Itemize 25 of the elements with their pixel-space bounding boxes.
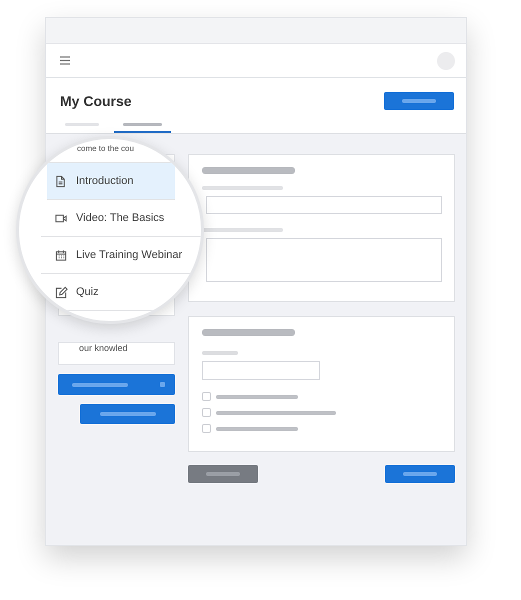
lesson-item[interactable]: Quiz — [41, 274, 201, 311]
welcome-text: come to the cou — [77, 144, 134, 153]
sidebar-button[interactable] — [58, 374, 175, 395]
lesson-item[interactable]: Live Training Webinar — [41, 237, 201, 274]
input-field[interactable] — [206, 196, 442, 214]
checkbox[interactable] — [202, 424, 211, 433]
next-button[interactable] — [385, 465, 455, 483]
page-title: My Course — [60, 93, 132, 109]
lesson-item[interactable]: Introduction — [47, 163, 175, 200]
header-button[interactable] — [384, 92, 454, 110]
calendar-icon — [55, 248, 68, 262]
checkbox[interactable] — [202, 408, 211, 417]
input-field[interactable] — [202, 361, 320, 380]
checkbox[interactable] — [202, 392, 211, 401]
tab[interactable] — [114, 123, 171, 133]
menu-icon[interactable] — [60, 56, 70, 65]
back-button[interactable] — [188, 465, 258, 483]
text-area[interactable] — [206, 238, 442, 282]
sidebar-button[interactable] — [80, 404, 175, 424]
video-camera-icon — [55, 212, 68, 224]
document-icon — [55, 174, 68, 188]
edit-icon — [55, 286, 68, 298]
lesson-item[interactable]: Video: The Basics — [41, 200, 201, 237]
placeholder-bar — [202, 351, 238, 355]
knowledge-text: our knowled — [79, 343, 129, 353]
